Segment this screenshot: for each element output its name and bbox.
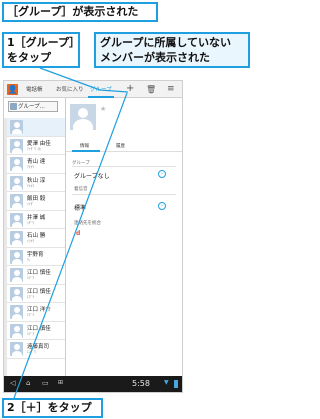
account-icon: d xyxy=(76,230,81,237)
contact-list: 愛澤 由佳 ｱｲｻﾞﾜ ﾕｶ 青山 達 ｱｵﾔﾏ 秋山 淳 ｱｷﾔﾏ 飯田 毅 … xyxy=(7,118,65,359)
list-item[interactable]: 飯田 毅 ｲｲﾀﾞ xyxy=(7,192,65,211)
contact-reading: ｲｼﾔﾏ xyxy=(27,239,35,243)
avatar xyxy=(10,212,23,227)
note-line1: グループに所属していない xyxy=(100,36,232,49)
wifi-icon: ▼ xyxy=(164,379,169,386)
tab-favorites[interactable]: お気に入り xyxy=(56,85,84,93)
add-icon[interactable]: + xyxy=(126,83,134,95)
contact-name: 井澤 誠 xyxy=(27,214,46,221)
contacts-app-icon[interactable]: 👤 xyxy=(7,84,18,95)
contact-detail-pane: ★ 情報 履歴 グループ グループなし › 着信音 標準 › 連絡先を統合 d xyxy=(66,98,182,376)
recent-apps-icon[interactable]: ▭ xyxy=(42,379,49,387)
list-item[interactable]: 江口 慎佳 ｴｸﾞﾁ xyxy=(7,266,65,285)
avatar xyxy=(10,175,23,190)
step2-callout: 2［＋］をタップ xyxy=(2,398,103,418)
avatar xyxy=(10,323,23,338)
contact-name: 江口 慎佳 xyxy=(27,270,51,276)
contact-reading: ｴｸﾞﾁ xyxy=(27,313,35,317)
contact-name: 飯田 毅 xyxy=(27,196,46,202)
home-icon[interactable]: ⌂ xyxy=(26,379,30,387)
ringtone-label: 着信音 xyxy=(74,187,88,192)
contact-name: 江口 慎佳 xyxy=(27,325,51,332)
avatar xyxy=(10,231,23,245)
contact-name: 愛澤 由佳 xyxy=(27,140,51,147)
clock: 5:58 xyxy=(132,379,150,388)
list-item[interactable]: 石山 勝 ｲｼﾔﾏ xyxy=(7,229,65,248)
step1-line1: 1［グループ］ xyxy=(7,36,80,49)
merge-contacts-label: 連絡先を統合 xyxy=(74,221,101,226)
screenshot-icon[interactable]: ⊞ xyxy=(58,379,63,386)
note-callout: グループに所属していない メンバーが表示された xyxy=(94,32,250,68)
star-icon[interactable]: ★ xyxy=(100,105,106,113)
list-item[interactable] xyxy=(7,118,65,137)
avatar xyxy=(10,157,23,171)
group-member-panel: グループ... 愛澤 由佳 ｱｲｻﾞﾜ ﾕｶ 青山 達 ｱｵﾔﾏ 秋山 淳 ｱｷ… xyxy=(4,98,66,378)
contact-reading: ｲｲﾀﾞ xyxy=(27,202,35,206)
contact-reading: ｱｷﾔﾏ xyxy=(27,183,35,188)
list-item[interactable]: 江口 慎佳 ｴｸﾞﾁ xyxy=(7,285,65,303)
menu-icon[interactable]: ≡ xyxy=(167,83,175,95)
tab-group[interactable]: グループ xyxy=(90,85,112,93)
avatar xyxy=(10,120,23,134)
list-item[interactable]: 井澤 誠 ｲｻﾞﾜ xyxy=(7,211,65,229)
contact-name: 秋山 淳 xyxy=(27,177,46,184)
list-item[interactable]: 秋山 淳 ｱｷﾔﾏ xyxy=(7,174,65,192)
contact-name: 石山 勝 xyxy=(27,233,46,239)
contact-name: 江口 洋介 xyxy=(27,307,51,313)
contact-reading: ｲｻﾞﾜ xyxy=(27,220,35,225)
group-value[interactable]: グループなし xyxy=(74,171,110,180)
avatar xyxy=(10,342,23,356)
avatar xyxy=(10,286,23,301)
detail-tab-indicator xyxy=(72,150,100,152)
avatar xyxy=(10,305,23,319)
contact-reading: ｴｸﾞﾁ xyxy=(27,276,35,280)
contact-name: 江口 慎佳 xyxy=(27,288,51,295)
list-item[interactable]: 愛澤 由佳 ｱｲｻﾞﾜ ﾕｶ xyxy=(7,137,65,155)
chevron-right-icon[interactable]: › xyxy=(158,202,166,210)
title-callout: ［グループ］が表示された xyxy=(2,2,158,22)
contact-reading: ｱｲｻﾞﾜ ﾕｶ xyxy=(27,146,41,151)
trash-icon[interactable]: 🗑 xyxy=(146,84,156,96)
contact-name: 宇野育 xyxy=(27,251,44,258)
battery-icon xyxy=(174,380,178,388)
ringtone-value[interactable]: 標準 xyxy=(74,203,86,212)
contact-name: 遠藤真司 xyxy=(27,344,50,350)
contact-reading: ｴｸﾞﾁ xyxy=(27,294,35,299)
chevron-right-icon[interactable]: › xyxy=(158,170,166,178)
divider xyxy=(72,166,176,167)
group-selector[interactable]: グループ... xyxy=(8,101,58,112)
tab-history[interactable]: 履歴 xyxy=(116,143,125,149)
list-item[interactable]: 宇野育 ｳﾉ xyxy=(7,248,65,266)
contact-reading: ｱｵﾔﾏ xyxy=(27,165,35,169)
avatar xyxy=(10,268,23,282)
list-item[interactable]: 江口 慎佳 ｴｸﾞﾁ xyxy=(7,322,65,340)
divider xyxy=(72,194,176,195)
back-icon[interactable]: ◁ xyxy=(10,379,15,387)
note-line2: メンバーが表示された xyxy=(100,51,210,64)
avatar xyxy=(10,138,23,153)
detail-tabs: 情報 履歴 xyxy=(66,140,182,152)
contact-reading: ｴﾝﾄﾞｳ xyxy=(27,350,36,354)
contact-reading: ｳﾉ xyxy=(27,257,31,262)
contact-reading: ｴｸﾞﾁ xyxy=(27,331,35,336)
avatar xyxy=(10,249,23,264)
navigation-bar: ◁ ⌂ ▭ ⊞ 5:58 ▼ xyxy=(4,376,182,392)
tab-info[interactable]: 情報 xyxy=(80,143,89,149)
group-selector-label: グループ... xyxy=(18,104,45,110)
group-icon xyxy=(10,103,17,110)
list-item[interactable]: 江口 洋介 ｴｸﾞﾁ xyxy=(7,303,65,322)
tab-phonebook[interactable]: 電話帳 xyxy=(26,85,43,93)
avatar xyxy=(10,194,23,208)
contact-photo[interactable] xyxy=(70,104,96,130)
tablet-screen: 👤 電話帳 お気に入り グループ + 🗑 ≡ グループ... 愛澤 由佳 ｱｲｻ… xyxy=(3,80,183,393)
contact-name: 青山 達 xyxy=(27,159,46,165)
list-item[interactable]: 遠藤真司 ｴﾝﾄﾞｳ xyxy=(7,340,65,359)
list-item[interactable]: 青山 達 ｱｵﾔﾏ xyxy=(7,155,65,174)
step1-callout: 1［グループ］ をタップ xyxy=(2,32,80,68)
action-bar: 👤 電話帳 お気に入り グループ + 🗑 ≡ xyxy=(4,81,182,98)
step1-line2: をタップ xyxy=(7,51,51,64)
